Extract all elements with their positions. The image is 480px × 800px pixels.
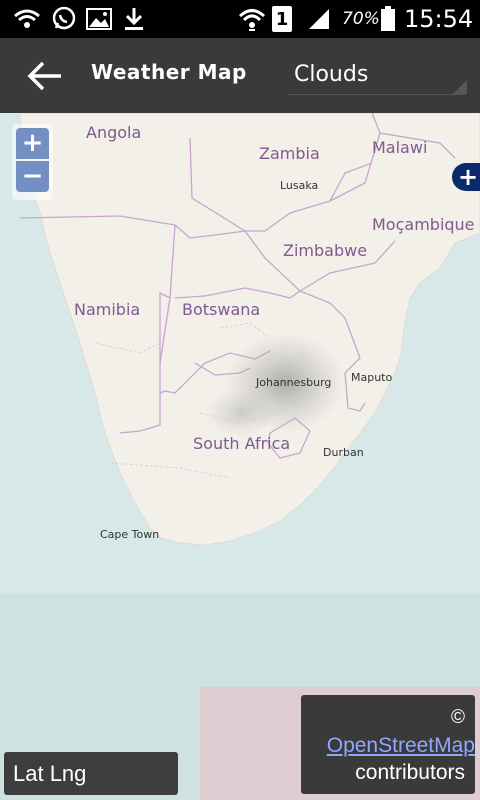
clock: 15:54 bbox=[404, 5, 474, 33]
back-button[interactable] bbox=[20, 52, 70, 100]
country-label: Malawi bbox=[372, 138, 427, 157]
latlng-readout: Lat Lng bbox=[4, 752, 178, 795]
country-label: South Africa bbox=[193, 434, 290, 453]
page-title: Weather Map bbox=[91, 60, 247, 84]
whatsapp-icon bbox=[50, 6, 78, 32]
country-label: Moçambique bbox=[372, 215, 475, 234]
city-label: Cape Town bbox=[100, 528, 159, 541]
country-label: Botswana bbox=[182, 300, 260, 319]
layer-spinner-value: Clouds bbox=[294, 62, 369, 87]
cloud-overlay bbox=[205, 388, 275, 438]
copyright-symbol: © bbox=[451, 707, 465, 728]
status-bar: 1 70% 15:54 bbox=[0, 0, 480, 38]
country-label: Zimbabwe bbox=[283, 241, 367, 260]
wifi-signal-icon bbox=[238, 6, 266, 32]
image-icon bbox=[86, 6, 112, 32]
layer-switch-button[interactable]: + bbox=[452, 163, 480, 191]
country-label: Namibia bbox=[74, 300, 140, 319]
city-label: Maputo bbox=[351, 371, 392, 384]
country-label: Angola bbox=[86, 123, 141, 142]
spinner-caret-icon bbox=[453, 80, 467, 94]
zoom-out-button[interactable]: − bbox=[16, 161, 49, 192]
city-label: Johannesburg bbox=[255, 376, 331, 389]
download-icon bbox=[122, 6, 146, 32]
layer-spinner[interactable]: Clouds bbox=[284, 52, 469, 102]
country-label: Zambia bbox=[259, 144, 320, 163]
sim-icon: 1 bbox=[272, 6, 292, 32]
wifi-icon bbox=[12, 6, 42, 32]
back-arrow-icon bbox=[27, 61, 61, 91]
battery-icon bbox=[380, 6, 396, 32]
contributors-text: contributors bbox=[355, 761, 465, 784]
city-label: Durban bbox=[323, 446, 364, 459]
osm-link[interactable]: OpenStreetMap bbox=[327, 734, 475, 758]
battery-percent: 70% bbox=[342, 9, 380, 29]
attribution-box: © OpenStreetMap contributors bbox=[301, 695, 475, 794]
cell-signal-icon bbox=[306, 6, 332, 32]
spinner-underline bbox=[288, 94, 465, 95]
city-label: Lusaka bbox=[280, 179, 318, 192]
zoom-in-button[interactable]: + bbox=[16, 128, 49, 159]
action-bar: Weather Map Clouds bbox=[0, 38, 480, 113]
